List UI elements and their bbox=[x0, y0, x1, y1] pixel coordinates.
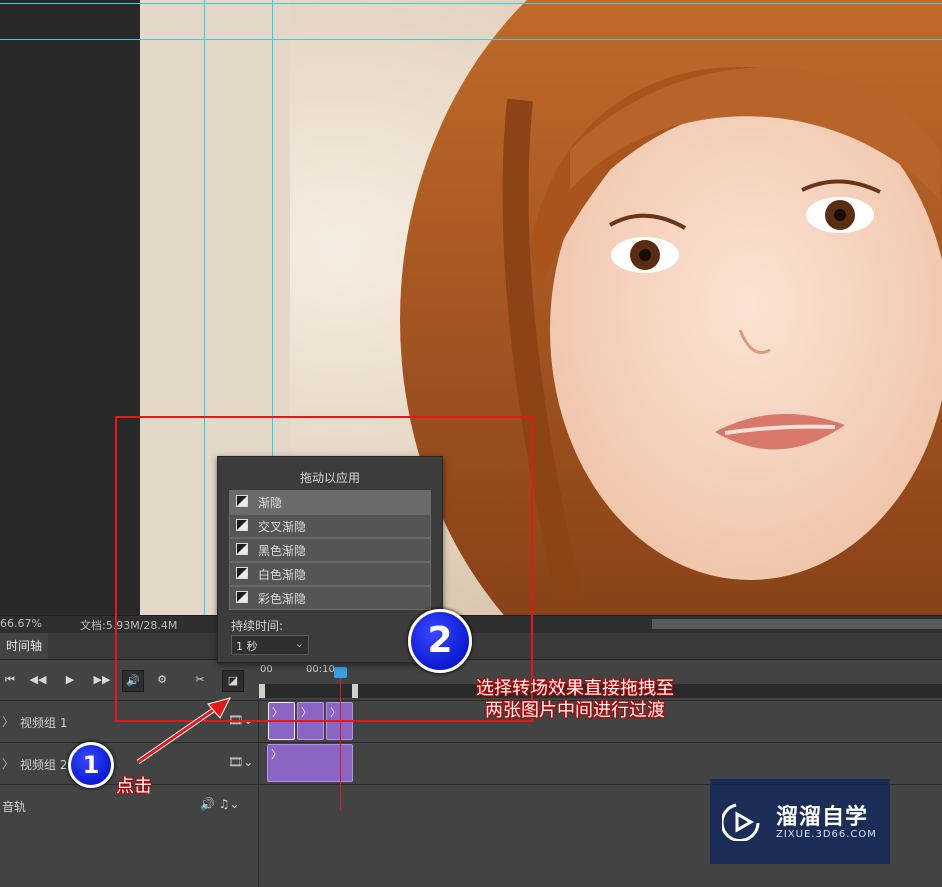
track-label: 视频组 1 bbox=[20, 716, 68, 730]
track-label: 视频组 2 bbox=[20, 758, 68, 772]
expand-chevron-icon[interactable]: 〉 bbox=[2, 713, 14, 730]
audio-volume-icon[interactable]: 🔊 ♫⌄ bbox=[200, 797, 240, 811]
instruction-text: 选择转场效果直接拖拽至 两张图片中间进行过渡 bbox=[430, 678, 720, 722]
track-label: 音轨 bbox=[2, 800, 27, 814]
guide-line-horizontal[interactable] bbox=[0, 3, 942, 4]
play-button[interactable]: ▶ bbox=[60, 670, 80, 690]
play-logo-icon bbox=[722, 803, 760, 841]
tab-timeline[interactable]: 时间轴 bbox=[0, 633, 49, 659]
step-badge-1: 1 bbox=[68, 742, 114, 788]
expand-chevron-icon[interactable]: 〉 bbox=[2, 755, 14, 772]
next-frame-button[interactable]: ▶▶ bbox=[92, 670, 112, 690]
zoom-level[interactable]: 66.67% bbox=[0, 617, 42, 630]
go-to-first-frame-button[interactable]: ⏮ bbox=[0, 670, 20, 690]
previous-frame-button[interactable]: ◀◀ bbox=[28, 670, 48, 690]
instruction-line-1: 选择转场效果直接拖拽至 bbox=[476, 678, 674, 699]
instruction-line-2: 两张图片中间进行过渡 bbox=[485, 700, 665, 721]
highlight-box bbox=[115, 416, 533, 722]
guide-line-horizontal[interactable] bbox=[0, 39, 942, 40]
step-badge-2: 2 bbox=[408, 609, 472, 673]
watermark-subtitle: ZIXUE.3D66.COM bbox=[776, 829, 877, 840]
horizontal-scrollbar[interactable] bbox=[652, 619, 942, 629]
pointer-arrow-icon bbox=[136, 697, 231, 765]
click-hint-text: 点击 bbox=[116, 776, 152, 797]
watermark: 溜溜自学 ZIXUE.3D66.COM bbox=[710, 779, 890, 864]
watermark-title: 溜溜自学 bbox=[776, 805, 869, 830]
